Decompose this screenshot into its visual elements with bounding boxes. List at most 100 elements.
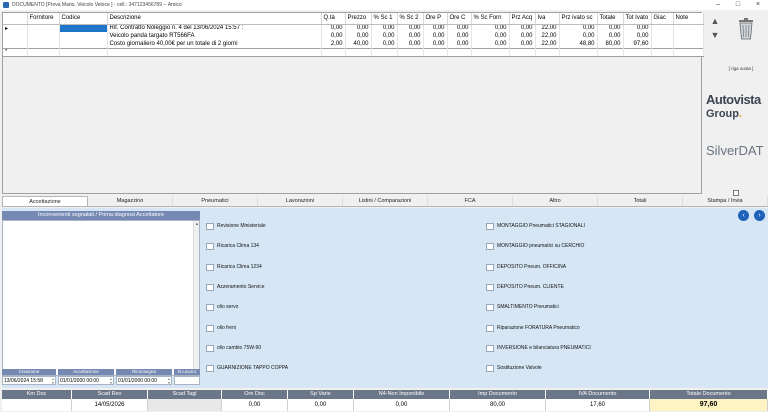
table-cell[interactable]: 48,80 xyxy=(559,40,598,48)
grid-column-header[interactable]: Ore P xyxy=(423,13,448,25)
table-cell[interactable] xyxy=(3,40,28,48)
date-field[interactable]: 01/01/2000 00:00 ▲ ▼ xyxy=(116,376,172,385)
table-cell[interactable] xyxy=(27,47,60,57)
grid-column-header[interactable]: % Sc 2 xyxy=(397,13,424,25)
table-cell[interactable]: 0,00 xyxy=(471,40,510,48)
maximize-icon[interactable]: □ xyxy=(728,0,748,10)
option-checkbox[interactable] xyxy=(486,243,494,251)
table-cell[interactable]: 0,00 xyxy=(447,40,472,48)
option-checkbox[interactable] xyxy=(486,283,494,291)
date-field[interactable] xyxy=(174,376,200,385)
grid-column-header[interactable]: Fornitore xyxy=(27,13,60,25)
table-cell[interactable] xyxy=(321,47,346,57)
table-cell[interactable] xyxy=(651,24,674,32)
table-cell[interactable]: 0,00 xyxy=(371,40,398,48)
table-cell[interactable]: 0,00 xyxy=(345,24,372,32)
option-checkbox[interactable] xyxy=(486,344,494,352)
grid-column-header[interactable]: Codice xyxy=(59,13,108,25)
grid-column-header[interactable] xyxy=(3,13,28,25)
table-cell[interactable] xyxy=(397,47,424,57)
table-cell[interactable]: Veicolo panda targato RT566FA xyxy=(107,32,322,40)
table-cell[interactable]: 0,00 xyxy=(471,24,510,32)
table-cell[interactable]: 0,00 xyxy=(623,24,652,32)
table-cell[interactable] xyxy=(27,32,60,40)
option-checkbox[interactable] xyxy=(206,324,214,332)
table-cell[interactable]: 22,00 xyxy=(535,40,560,48)
spinner-icon[interactable]: ▲ ▼ xyxy=(109,377,113,385)
grid-column-header[interactable]: Iva xyxy=(535,13,560,25)
table-cell[interactable]: 0,00 xyxy=(509,40,536,48)
table-cell[interactable] xyxy=(597,47,624,57)
table-cell[interactable]: Costo giornaliero 40,00€ per un totale d… xyxy=(107,40,322,48)
table-cell[interactable]: 0,00 xyxy=(397,40,424,48)
arrow-down-icon[interactable]: ▼ xyxy=(710,30,720,40)
table-cell[interactable] xyxy=(423,47,448,57)
table-cell[interactable]: 0,00 xyxy=(423,24,448,32)
spinner-icon[interactable]: ▲ ▼ xyxy=(167,377,171,385)
table-cell[interactable]: 0,00 xyxy=(447,32,472,40)
grid-column-header[interactable]: Prz Acq xyxy=(509,13,536,25)
table-cell[interactable] xyxy=(471,47,510,57)
table-cell[interactable]: 0,00 xyxy=(345,32,372,40)
table-cell[interactable] xyxy=(27,40,60,48)
option-checkbox[interactable] xyxy=(486,263,494,271)
next-page-icon[interactable]: › xyxy=(754,210,765,221)
close-icon[interactable]: × xyxy=(748,0,768,10)
table-cell[interactable]: ▸ xyxy=(3,24,28,32)
table-cell[interactable]: 0,00 xyxy=(559,24,598,32)
table-cell[interactable] xyxy=(673,24,704,32)
tab-item[interactable]: Accettazione xyxy=(2,196,88,206)
grid-column-header[interactable]: % Sc 1 xyxy=(371,13,398,25)
table-cell[interactable]: 0,00 xyxy=(397,24,424,32)
grid-column-header[interactable]: Giac xyxy=(651,13,674,25)
document-lines-grid[interactable]: Fornitore Codice Descrizione Q.tà Prezzo% Sc… xyxy=(2,12,704,194)
table-cell[interactable] xyxy=(535,47,560,57)
table-cell[interactable] xyxy=(107,47,322,57)
option-checkbox[interactable] xyxy=(486,324,494,332)
table-cell[interactable]: 0,00 xyxy=(597,24,624,32)
grid-column-header[interactable]: Ore C xyxy=(447,13,472,25)
option-checkbox[interactable] xyxy=(206,283,214,291)
table-cell[interactable]: 0,00 xyxy=(471,32,510,40)
table-cell[interactable] xyxy=(59,40,108,48)
table-cell[interactable] xyxy=(59,32,108,40)
tab-item[interactable]: Stampa / Invia xyxy=(683,196,768,206)
table-cell[interactable] xyxy=(447,47,472,57)
tab-item[interactable]: Magazzino xyxy=(88,196,173,206)
tab-item[interactable]: FCA xyxy=(428,196,513,206)
grid-column-header[interactable]: Descrizione xyxy=(107,13,322,25)
table-cell[interactable] xyxy=(59,47,108,57)
table-cell[interactable]: 0,00 xyxy=(321,24,346,32)
table-cell[interactable]: 40,00 xyxy=(345,40,372,48)
grid-column-header[interactable]: Totale xyxy=(597,13,624,25)
table-cell[interactable] xyxy=(651,40,674,48)
option-checkbox[interactable] xyxy=(206,344,214,352)
table-cell[interactable] xyxy=(673,32,704,40)
option-checkbox[interactable] xyxy=(486,365,494,373)
date-field[interactable]: 01/01/2000 00:00 ▲ ▼ xyxy=(58,376,114,385)
option-checkbox[interactable] xyxy=(486,223,494,230)
scroll-up-icon[interactable]: ▲ xyxy=(194,221,200,227)
tab-item[interactable]: Lavorazioni xyxy=(258,196,343,206)
spinner-icon[interactable]: ▲ ▼ xyxy=(51,377,55,385)
textarea-scrollbar[interactable]: ▲ ▼ xyxy=(193,221,199,375)
grid-column-header[interactable]: Prz ivato sc xyxy=(559,13,598,25)
table-cell[interactable] xyxy=(673,40,704,48)
grid-column-header[interactable]: Note xyxy=(673,13,704,25)
table-cell[interactable]: 97,60 xyxy=(623,40,652,48)
table-cell[interactable]: 80,00 xyxy=(597,40,624,48)
table-cell[interactable] xyxy=(673,47,704,57)
table-cell[interactable]: Rif. Contratto Noleggio n. 4 del 13/06/2… xyxy=(107,24,322,32)
table-cell[interactable] xyxy=(559,47,598,57)
grid-column-header[interactable]: % Sc Forn xyxy=(471,13,510,25)
table-cell[interactable] xyxy=(345,47,372,57)
table-cell[interactable] xyxy=(59,24,108,32)
table-cell[interactable]: 22,00 xyxy=(535,32,560,40)
riga-vuota-button[interactable]: [ riga vuota ] xyxy=(718,66,764,71)
option-checkbox[interactable] xyxy=(206,243,214,251)
table-cell[interactable] xyxy=(27,24,60,32)
new-row-marker[interactable]: * xyxy=(3,47,28,57)
grid-column-header[interactable]: Tot Ivato xyxy=(623,13,652,25)
table-cell[interactable]: 0,00 xyxy=(509,32,536,40)
table-cell[interactable]: 0,00 xyxy=(559,32,598,40)
